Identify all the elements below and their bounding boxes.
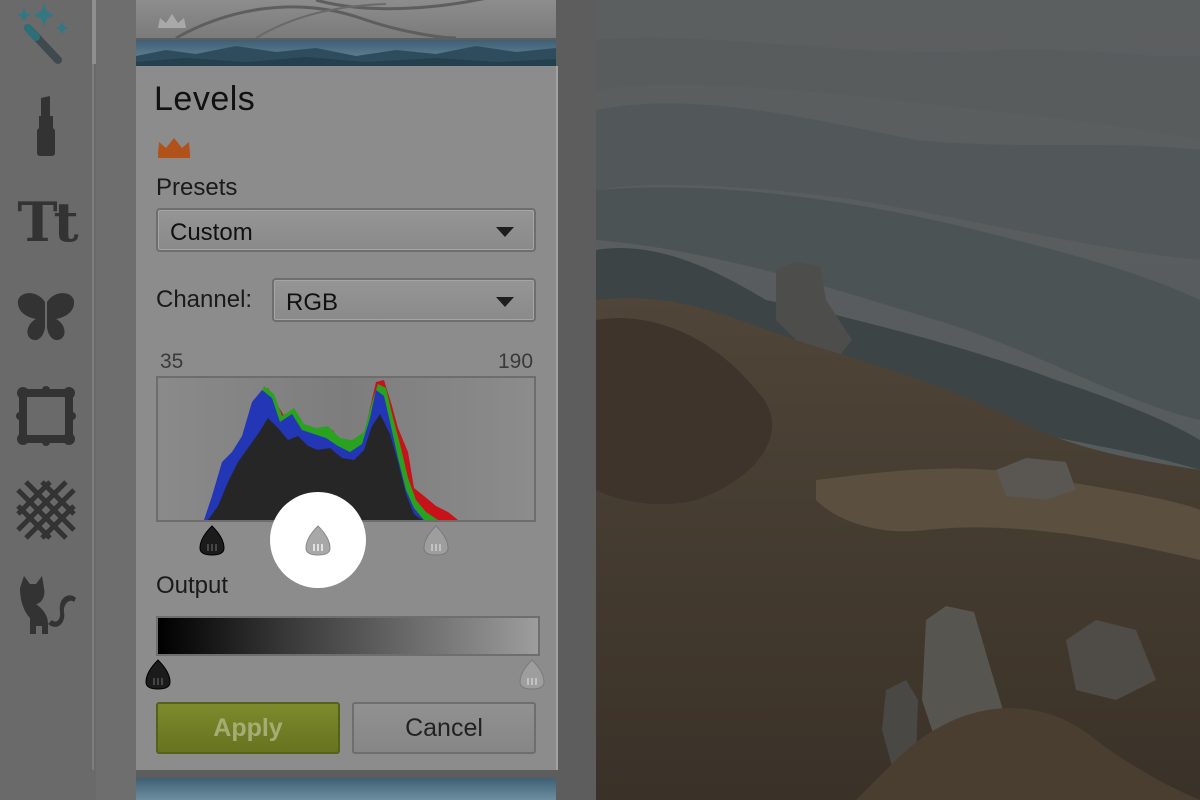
frame-icon[interactable] xyxy=(10,380,82,452)
photo-canvas[interactable] xyxy=(596,0,1200,800)
apply-button[interactable]: Apply xyxy=(156,702,340,754)
previous-panel-thumbnail xyxy=(136,0,556,38)
chevron-down-icon xyxy=(496,297,514,307)
levels-panel: Levels Presets Custom Channel: RGB 35 19… xyxy=(136,0,596,800)
presets-dropdown[interactable]: Custom xyxy=(156,208,536,252)
panel-header-banner xyxy=(136,40,556,66)
panel-title: Levels xyxy=(154,80,256,118)
butterfly-icon[interactable] xyxy=(10,282,82,354)
magic-wand-icon[interactable] xyxy=(10,0,82,72)
input-midtone-handle[interactable] xyxy=(304,524,332,556)
texture-icon[interactable] xyxy=(10,474,82,546)
input-black-value: 35 xyxy=(160,350,184,373)
panel-gutter xyxy=(96,0,136,800)
channel-dropdown[interactable]: RGB xyxy=(272,278,536,322)
rail-divider xyxy=(92,0,94,770)
input-white-value: 190 xyxy=(498,350,534,373)
cancel-button[interactable]: Cancel xyxy=(352,702,536,754)
output-gradient xyxy=(156,616,540,656)
input-black-handle[interactable] xyxy=(198,524,226,556)
lipstick-icon[interactable] xyxy=(10,90,82,162)
chevron-down-icon xyxy=(496,227,514,237)
text-icon[interactable]: Tt xyxy=(10,186,82,258)
output-label: Output xyxy=(156,572,229,599)
output-white-handle[interactable] xyxy=(518,658,546,690)
text-tool-glyph: Tt xyxy=(17,190,78,254)
levels-panel-body: Levels Presets Custom Channel: RGB 35 19… xyxy=(136,66,558,770)
presets-value: Custom xyxy=(170,219,253,246)
cat-icon[interactable] xyxy=(10,570,82,642)
channel-label: Channel: xyxy=(156,286,253,313)
presets-label: Presets xyxy=(156,174,238,201)
premium-crown-icon xyxy=(158,138,190,158)
tool-rail: Tt xyxy=(0,0,118,800)
channel-value: RGB xyxy=(286,289,339,316)
output-black-handle[interactable] xyxy=(144,658,172,690)
next-panel-banner xyxy=(136,778,556,800)
input-white-handle[interactable] xyxy=(422,524,450,556)
